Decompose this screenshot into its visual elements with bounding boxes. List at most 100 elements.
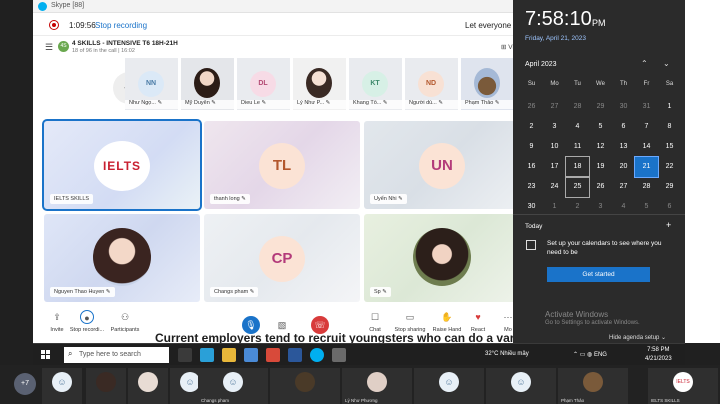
bottom-participant[interactable]: ☺ xyxy=(414,368,484,404)
calendar-day[interactable]: 29 xyxy=(658,177,681,197)
calendar-day-today[interactable]: 21 xyxy=(634,156,659,178)
calendar-day[interactable]: 20 xyxy=(612,157,635,177)
skype-icon[interactable] xyxy=(310,348,324,362)
participant-thumb[interactable]: Lý Như P... ✎ xyxy=(293,58,346,110)
calendar-month[interactable]: April 2023 xyxy=(525,61,557,68)
video-tile[interactable]: Sp ✎ xyxy=(364,214,520,302)
weather-widget[interactable]: 32°C Nhiều mây xyxy=(485,351,529,357)
avatar-icon: ☺ xyxy=(180,372,200,392)
file-explorer-icon[interactable] xyxy=(222,348,236,362)
hide-agenda-button[interactable]: Hide agenda setup ⌄ xyxy=(609,334,666,341)
calendar-day[interactable]: 5 xyxy=(589,117,612,137)
calendar-day[interactable]: 10 xyxy=(543,137,566,157)
calendar-day[interactable]: 19 xyxy=(589,157,612,177)
taskbar-clock[interactable]: 7:58 PM 4/21/2023 xyxy=(645,346,672,364)
calendar-day[interactable]: 30 xyxy=(612,97,635,117)
mic-muted-icon: ✎ xyxy=(494,100,500,106)
participant-thumb[interactable]: Phạm Thảo ✎ xyxy=(461,58,515,110)
calendar-day[interactable]: 26 xyxy=(589,177,612,197)
menu-icon[interactable]: ☰ xyxy=(45,42,53,53)
screen: Skype [88] 1:09:56 Stop recording Let ev… xyxy=(0,0,720,404)
chevron-up-icon[interactable]: ⌃ xyxy=(641,59,648,68)
bottom-participant[interactable]: IELTS IELTS SKILLS xyxy=(648,368,718,404)
stop-sharing-button[interactable]: ▭ Stop sharing xyxy=(393,310,427,333)
chat-button[interactable]: ☐ Chat xyxy=(365,310,385,333)
chevron-down-icon: ⌄ xyxy=(661,335,667,341)
calendar-day[interactable]: 7 xyxy=(635,117,658,137)
bottom-participant[interactable] xyxy=(86,368,126,404)
participants-button[interactable]: ⚇ Participants xyxy=(109,310,141,333)
calendar-day[interactable]: 14 xyxy=(635,137,658,157)
participant-photo xyxy=(474,68,500,98)
stop-recording-link[interactable]: Stop recording xyxy=(95,21,147,30)
calendar-day[interactable]: 6 xyxy=(612,117,635,137)
task-view-icon[interactable] xyxy=(178,348,192,362)
video-tile[interactable]: Nguyen Thao Huyen ✎ xyxy=(44,214,200,302)
language-indicator[interactable]: ENG xyxy=(594,352,607,358)
calendar-day[interactable]: 18 xyxy=(565,156,590,178)
chevron-down-icon[interactable]: ⌄ xyxy=(663,59,670,68)
edge-icon[interactable] xyxy=(200,348,214,362)
calendar-day[interactable]: 22 xyxy=(658,157,681,177)
participant-thumb[interactable]: Mỹ Duyên ✎ xyxy=(181,58,234,110)
calendar-day[interactable]: 13 xyxy=(612,137,635,157)
calendar-day[interactable]: 28 xyxy=(635,177,658,197)
video-tile[interactable]: CP Changs pham ✎ xyxy=(204,214,360,302)
video-tile[interactable]: UN Uyển Nhi ✎ xyxy=(364,121,520,209)
group-name[interactable]: 4 SKILLS - INTENSIVE T6 18H-21H xyxy=(72,40,178,47)
bottom-participant[interactable] xyxy=(128,368,168,404)
add-event-icon[interactable]: + xyxy=(666,220,671,230)
bottom-participant[interactable] xyxy=(270,368,340,404)
store-icon[interactable] xyxy=(244,348,258,362)
call-participants-count: 18 of 96 in the call | 16:02 xyxy=(72,48,135,54)
chrome-icon[interactable] xyxy=(266,348,280,362)
calendar-day[interactable]: 26 xyxy=(520,97,543,117)
calendar-day[interactable]: 17 xyxy=(543,157,566,177)
tile-name: Uyển Nhi ✎ xyxy=(370,194,407,204)
video-tile[interactable]: TL thanh long ✎ xyxy=(204,121,360,209)
participant-name: Phạm Thảo ✎ xyxy=(461,100,514,109)
calendar-day[interactable]: 2 xyxy=(520,117,543,137)
bottom-participant[interactable]: Phạm Thảo xyxy=(558,368,628,404)
calendar-day[interactable]: 4 xyxy=(566,117,589,137)
video-tile[interactable]: IELTS IELTS SKILLS xyxy=(42,119,202,211)
invite-button[interactable]: ⇪ Invite xyxy=(47,310,67,333)
calendar-day[interactable]: 31 xyxy=(635,97,658,117)
calendar-day[interactable]: 8 xyxy=(658,117,681,137)
get-started-button[interactable]: Get started xyxy=(547,267,650,282)
raise-hand-button[interactable]: ✋ Raise Hand xyxy=(431,310,463,333)
calendar-day[interactable]: 29 xyxy=(589,97,612,117)
app-icon[interactable] xyxy=(332,348,346,362)
participant-thumb[interactable]: DL Dieu Le ✎ xyxy=(237,58,290,110)
bottom-participant[interactable]: Lý Như Phương xyxy=(342,368,412,404)
calendar-day[interactable]: 24 xyxy=(543,177,566,197)
calendar-day[interactable]: 15 xyxy=(658,137,681,157)
calendar-day[interactable]: 1 xyxy=(658,97,681,117)
view-button[interactable]: ⊞ Vi xyxy=(501,43,514,51)
bottom-more-participants[interactable]: +7 xyxy=(14,373,36,395)
clock-date-link[interactable]: Friday, April 21, 2023 xyxy=(525,35,586,42)
calendar-day[interactable]: 3 xyxy=(543,117,566,137)
participant-name: Người dù... ✎ xyxy=(405,100,458,109)
calendar-day[interactable]: 27 xyxy=(612,177,635,197)
calendar-day[interactable]: 27 xyxy=(543,97,566,117)
participant-thumb[interactable]: ND Người dù... ✎ xyxy=(405,58,458,110)
react-button[interactable]: ♥ React xyxy=(467,310,489,333)
stop-recording-button[interactable]: ● Stop recordi... xyxy=(69,310,105,333)
calendar-day[interactable]: 11 xyxy=(566,137,589,157)
taskbar-search[interactable]: ⌕ Type here to search xyxy=(64,347,169,363)
bottom-participant[interactable]: ☺ Changs pham xyxy=(198,368,268,404)
calendar-day[interactable]: 28 xyxy=(566,97,589,117)
calendar-day[interactable]: 25 xyxy=(565,176,590,198)
calendar-day[interactable]: 12 xyxy=(589,137,612,157)
windows-start-icon[interactable] xyxy=(41,350,51,360)
calendar-day[interactable]: 16 xyxy=(520,157,543,177)
word-icon[interactable] xyxy=(288,348,302,362)
calendar-day[interactable]: 9 xyxy=(520,137,543,157)
bottom-participant[interactable]: ☺ xyxy=(486,368,556,404)
system-tray[interactable]: ⌃ ▭ ◍ ENG xyxy=(573,351,607,358)
bottom-participant[interactable]: ☺ xyxy=(42,368,82,404)
calendar-day[interactable]: 23 xyxy=(520,177,543,197)
participant-thumb[interactable]: KT Khang Tố... ✎ xyxy=(349,58,402,110)
participant-thumb[interactable]: NN Như Ngọ... ✎ xyxy=(125,58,178,110)
